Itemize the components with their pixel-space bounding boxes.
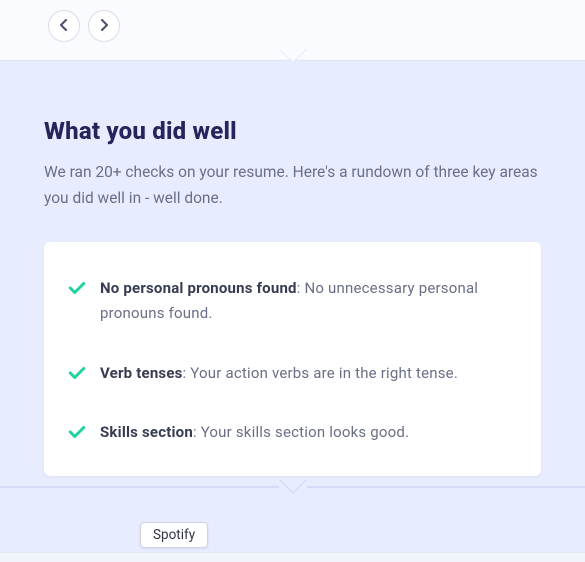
- chevron-left-icon: [60, 18, 68, 34]
- chevron-right-icon: [100, 18, 108, 34]
- check-desc: : Your skills section looks good.: [193, 423, 409, 441]
- nav-arrows: [48, 10, 120, 42]
- check-desc: : Your action verbs are in the right ten…: [183, 364, 458, 382]
- check-title: No personal pronouns found: [100, 279, 297, 297]
- viewport: What you did well We ran 20+ checks on y…: [0, 0, 585, 562]
- bottom-divider: [0, 480, 585, 494]
- check-icon: [68, 279, 86, 297]
- checks-card: No personal pronouns found: No unnecessa…: [44, 242, 541, 476]
- check-title: Verb tenses: [100, 364, 183, 382]
- check-item: Verb tenses: Your action verbs are in th…: [68, 351, 517, 397]
- bottom-strip: [0, 552, 585, 562]
- check-text: No personal pronouns found: No unnecessa…: [100, 276, 517, 327]
- tooltip: Spotify: [140, 522, 208, 548]
- check-icon: [68, 423, 86, 441]
- check-title: Skills section: [100, 423, 193, 441]
- section-title: What you did well: [44, 117, 541, 145]
- panel-notch-icon: [281, 49, 305, 73]
- next-button[interactable]: [88, 10, 120, 42]
- check-item: Skills section: Your skills section look…: [68, 410, 517, 456]
- prev-button[interactable]: [48, 10, 80, 42]
- what-you-did-well-panel: What you did well We ran 20+ checks on y…: [0, 60, 585, 562]
- section-content: What you did well We ran 20+ checks on y…: [0, 61, 585, 476]
- check-text: Skills section: Your skills section look…: [100, 420, 409, 446]
- check-item: No personal pronouns found: No unnecessa…: [68, 266, 517, 337]
- check-icon: [68, 364, 86, 382]
- tooltip-label: Spotify: [153, 527, 195, 543]
- section-subtitle: We ran 20+ checks on your resume. Here's…: [44, 159, 541, 212]
- check-text: Verb tenses: Your action verbs are in th…: [100, 361, 458, 387]
